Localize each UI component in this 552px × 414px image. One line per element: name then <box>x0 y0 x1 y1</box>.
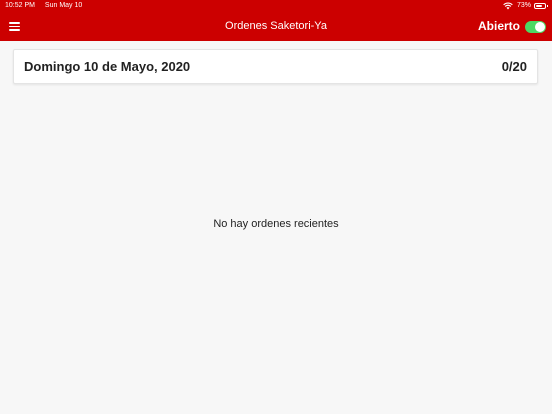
page-title: Ordenes Saketori-Ya <box>225 20 327 32</box>
header: 10:52 PM Sun May 10 73% Ordenes Saketori… <box>0 0 552 41</box>
battery-icon <box>534 3 548 9</box>
status-time: 10:52 PM <box>5 2 35 9</box>
open-status-toggle[interactable] <box>525 21 546 33</box>
status-right: 73% <box>503 0 548 12</box>
day-summary-card: Domingo 10 de Mayo, 2020 0/20 <box>13 49 538 84</box>
order-count: 0/20 <box>501 59 527 74</box>
open-status-label: Abierto <box>478 19 520 33</box>
empty-orders-message: No hay ordenes recientes <box>213 218 339 230</box>
battery-percent: 73% <box>516 2 531 9</box>
status-bar: 10:52 PM Sun May 10 73% <box>0 0 552 12</box>
day-date: Domingo 10 de Mayo, 2020 <box>24 59 191 74</box>
toggle-knob <box>535 22 545 32</box>
wifi-icon <box>503 2 513 10</box>
nav-bar: Ordenes Saketori-Ya Abierto <box>0 12 552 41</box>
app-root: 10:52 PM Sun May 10 73% Ordenes Saketori… <box>0 0 552 414</box>
status-left: 10:52 PM Sun May 10 <box>5 0 82 12</box>
battery-fill <box>536 5 542 7</box>
status-date: Sun May 10 <box>44 2 83 9</box>
